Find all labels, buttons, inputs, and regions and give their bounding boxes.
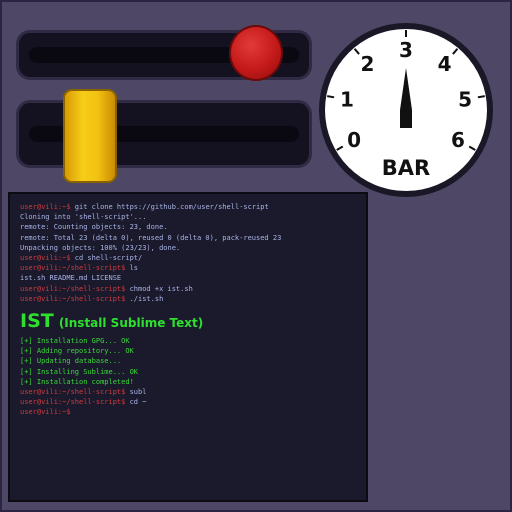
install-step-line: [+] Installation completed! [20,377,134,386]
terminal-prompt: user@vili:~$ [20,408,71,417]
terminal-prompt: user@vili:~/shell-script$ [20,398,126,407]
yellow-slider-knob[interactable] [63,89,117,183]
gauge-tick [327,95,335,99]
yellow-slider-track[interactable] [16,100,312,168]
terminal-text: ls [125,264,139,273]
terminal-text: cd ~ [125,398,147,407]
gauge-unit-label: BAR [382,156,430,180]
terminal-prompt: user@vili:~$ [20,203,71,211]
gauge-tick-label: 6 [451,128,465,152]
terminal-text: ./ist.sh [125,294,164,303]
terminal-line: user@vili:~$ cd shell-script/ [20,253,366,263]
gauge-tick-label: 4 [438,52,452,76]
install-step-line: [+] Installation GPG... OK [20,337,130,346]
terminal-line: ist.sh README.md LICENSE [20,273,366,283]
terminal-line: remote: Total 23 (delta 0), reused 0 (de… [20,233,366,243]
gauge-tick-label: 5 [458,88,472,112]
terminal-line: user@vili:~$ [20,407,366,417]
terminal-text: Unpacking objects: 100% (23/23), done. [20,243,181,252]
install-step-line: [+] Installing Sublime... OK [20,367,139,376]
terminal-prompt: user@vili:~/shell-script$ [20,284,126,293]
terminal-text: remote: Counting objects: 23, done. [20,223,168,232]
terminal-line: user@vili:~/shell-script$ ls [20,263,366,273]
terminal-prompt: user@vili:~/shell-script$ [20,388,126,397]
terminal-line: remote: Counting objects: 23, done. [20,222,366,232]
terminal-line: user@vili:~$ git clone https://github.co… [20,202,366,212]
pressure-gauge: 0 12 3 45 6 BAR [319,23,493,197]
terminal-line: user@vili:~/shell-script$ cd ~ [20,397,366,407]
terminal-line: user@vili:~/shell-script$ chmod +x ist.s… [20,284,366,294]
terminal-output-bottom: user@vili:~/shell-script$ subl user@vili:… [20,387,366,418]
gauge-tick [477,95,485,99]
terminal-text: ist.sh README.md LICENSE [20,274,122,283]
terminal-text: chmod +x ist.sh [125,284,193,293]
ist-heading-subtitle: (Install Sublime Text) [58,316,204,331]
gauge-tick-label: 3 [399,38,413,62]
terminal-prompt: user@vili:~/shell-script$ [20,264,126,273]
ist-heading: IST (Install Sublime Text) [20,310,366,332]
terminal-text: Cloning into 'shell-script'... [20,213,147,222]
terminal-prompt: user@vili:~$ [20,254,71,263]
gauge-tick-label: 1 [340,88,354,112]
terminal-line: user@vili:~/shell-script$ subl [20,387,366,397]
red-slider-knob[interactable] [229,25,283,81]
terminal-text: git clone https://github.com/user/shell-… [70,203,269,211]
terminal-line: Unpacking objects: 100% (23/23), done. [20,243,366,253]
ist-heading-title: IST [20,310,54,333]
gauge-tick-label: 2 [360,52,374,76]
terminal-window[interactable]: user@vili:~$ git clone https://github.co… [8,192,368,502]
gauge-tick-label: 0 [347,128,361,152]
terminal-text: remote: Total 23 (delta 0), reused 0 (de… [20,233,282,242]
terminal-output-top: user@vili:~$ git clone https://github.co… [20,202,366,304]
terminal-text: cd shell-script/ [70,254,143,263]
terminal-prompt: user@vili:~/shell-script$ [20,294,126,303]
install-progress-list: [+] Installation GPG... OK [+] Adding rep… [20,336,366,387]
install-step-line: [+] Updating database... [20,357,122,366]
terminal-text: subl [125,388,147,397]
install-step-line: [+] Adding repository... OK [20,347,134,356]
terminal-line: Cloning into 'shell-script'... [20,212,366,222]
terminal-line: user@vili:~/shell-script$ ./ist.sh [20,294,366,304]
